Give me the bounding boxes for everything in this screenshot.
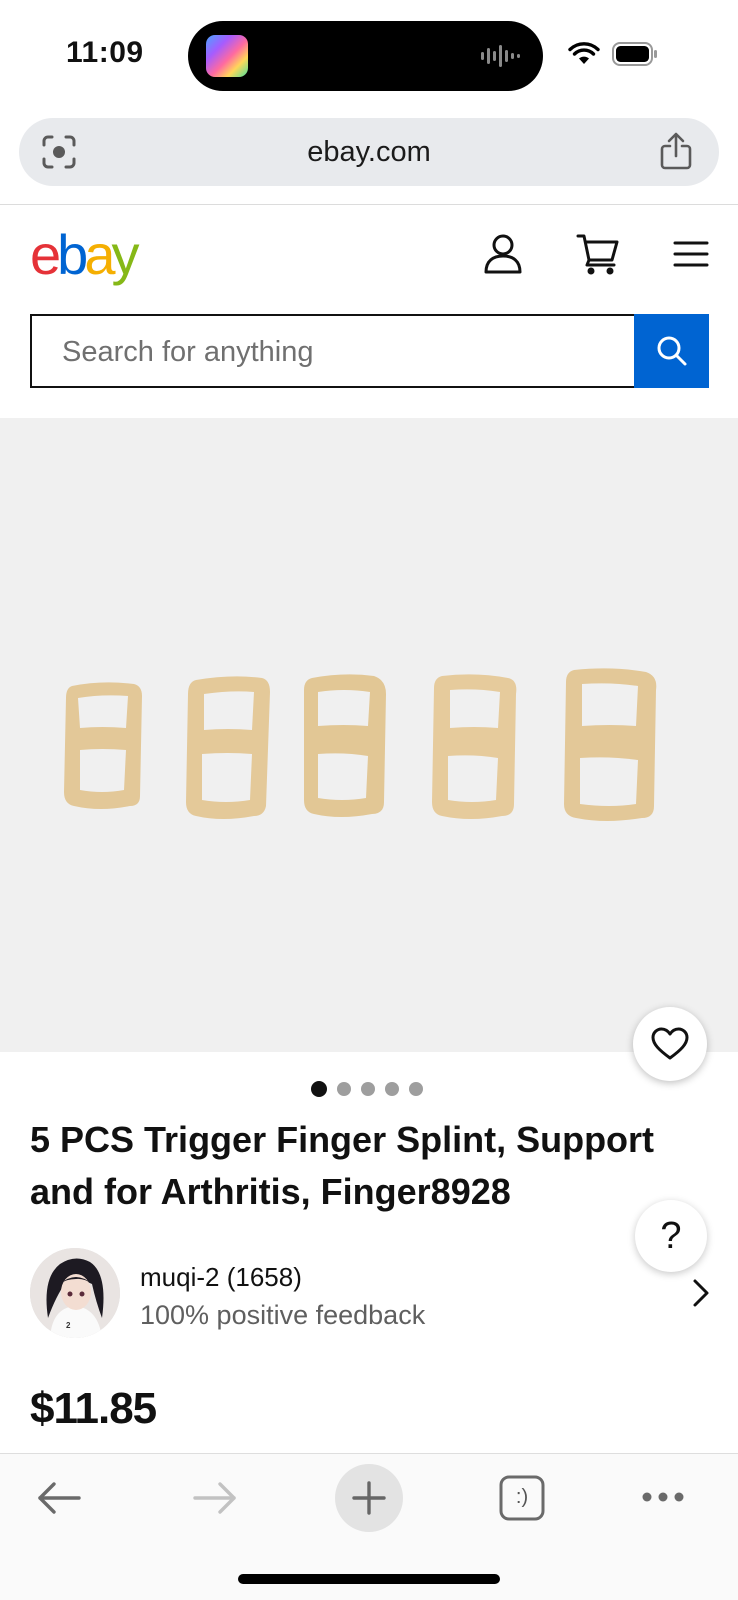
product-title: 5 PCS Trigger Finger Splint, Support and… <box>30 1119 655 1212</box>
search-box[interactable] <box>30 314 634 388</box>
splint-image-2 <box>186 676 270 819</box>
audio-waveform-icon <box>481 45 520 67</box>
search-button[interactable] <box>634 314 709 388</box>
more-icon <box>642 1492 684 1502</box>
ebay-logo[interactable]: ebay <box>30 222 139 287</box>
avatar-image: 2 <box>30 1248 120 1338</box>
search-icon <box>657 336 686 366</box>
cart-icon[interactable] <box>576 232 620 276</box>
more-button[interactable] <box>640 1482 686 1512</box>
home-indicator[interactable] <box>238 1574 500 1584</box>
wifi-icon <box>568 42 600 64</box>
carousel-dot[interactable] <box>385 1082 399 1096</box>
splint-image-1 <box>64 682 142 809</box>
new-tab-button[interactable] <box>335 1464 403 1532</box>
logo-letter-b: b <box>57 223 88 286</box>
forward-button[interactable] <box>190 1476 240 1520</box>
now-playing-artwork <box>206 35 248 77</box>
logo-letter-y: y <box>111 223 139 286</box>
new-tab-icon <box>352 1481 386 1515</box>
forward-icon <box>193 1482 236 1514</box>
splint-image-3 <box>304 674 386 817</box>
menu-icon[interactable] <box>673 240 709 268</box>
logo-letter-e: e <box>30 223 61 286</box>
carousel-dot[interactable] <box>361 1082 375 1096</box>
svg-text:2: 2 <box>66 1321 71 1330</box>
status-icons <box>568 42 658 66</box>
seller-name[interactable]: muqi-2 (1658) <box>140 1262 302 1293</box>
share-icon[interactable] <box>659 132 693 170</box>
splint-image-4 <box>432 674 517 819</box>
seller-avatar[interactable]: 2 <box>30 1248 120 1338</box>
product-price: $11.85 <box>30 1384 157 1433</box>
chevron-right-icon[interactable] <box>692 1278 710 1308</box>
address-bar[interactable]: ebay.com <box>19 118 719 186</box>
product-image[interactable] <box>0 418 738 1052</box>
tabs-button[interactable]: :) <box>498 1474 546 1522</box>
add-to-watchlist-button[interactable] <box>633 1007 707 1081</box>
search-input[interactable] <box>62 332 602 372</box>
back-button[interactable] <box>34 1476 84 1520</box>
carousel-dot[interactable] <box>337 1082 351 1096</box>
tabs-label: :) <box>515 1486 529 1508</box>
dynamic-island <box>188 21 543 91</box>
back-icon <box>38 1482 81 1514</box>
url-text[interactable]: ebay.com <box>19 136 719 169</box>
logo-letter-a: a <box>84 223 115 286</box>
account-icon[interactable] <box>484 233 522 275</box>
carousel-dot[interactable] <box>311 1081 327 1097</box>
status-bar: 11:09 <box>0 0 738 105</box>
splint-image-5 <box>564 668 657 821</box>
heart-icon <box>651 1027 689 1060</box>
seller-info[interactable]: 2 muqi-2 (1658) 100% positive feedback <box>30 1248 710 1340</box>
carousel-dot[interactable] <box>409 1082 423 1096</box>
seller-feedback: 100% positive feedback <box>140 1300 426 1330</box>
status-time: 11:09 <box>66 36 144 69</box>
divider <box>0 204 738 205</box>
battery-icon <box>612 42 657 66</box>
image-carousel-dots <box>311 1081 423 1097</box>
